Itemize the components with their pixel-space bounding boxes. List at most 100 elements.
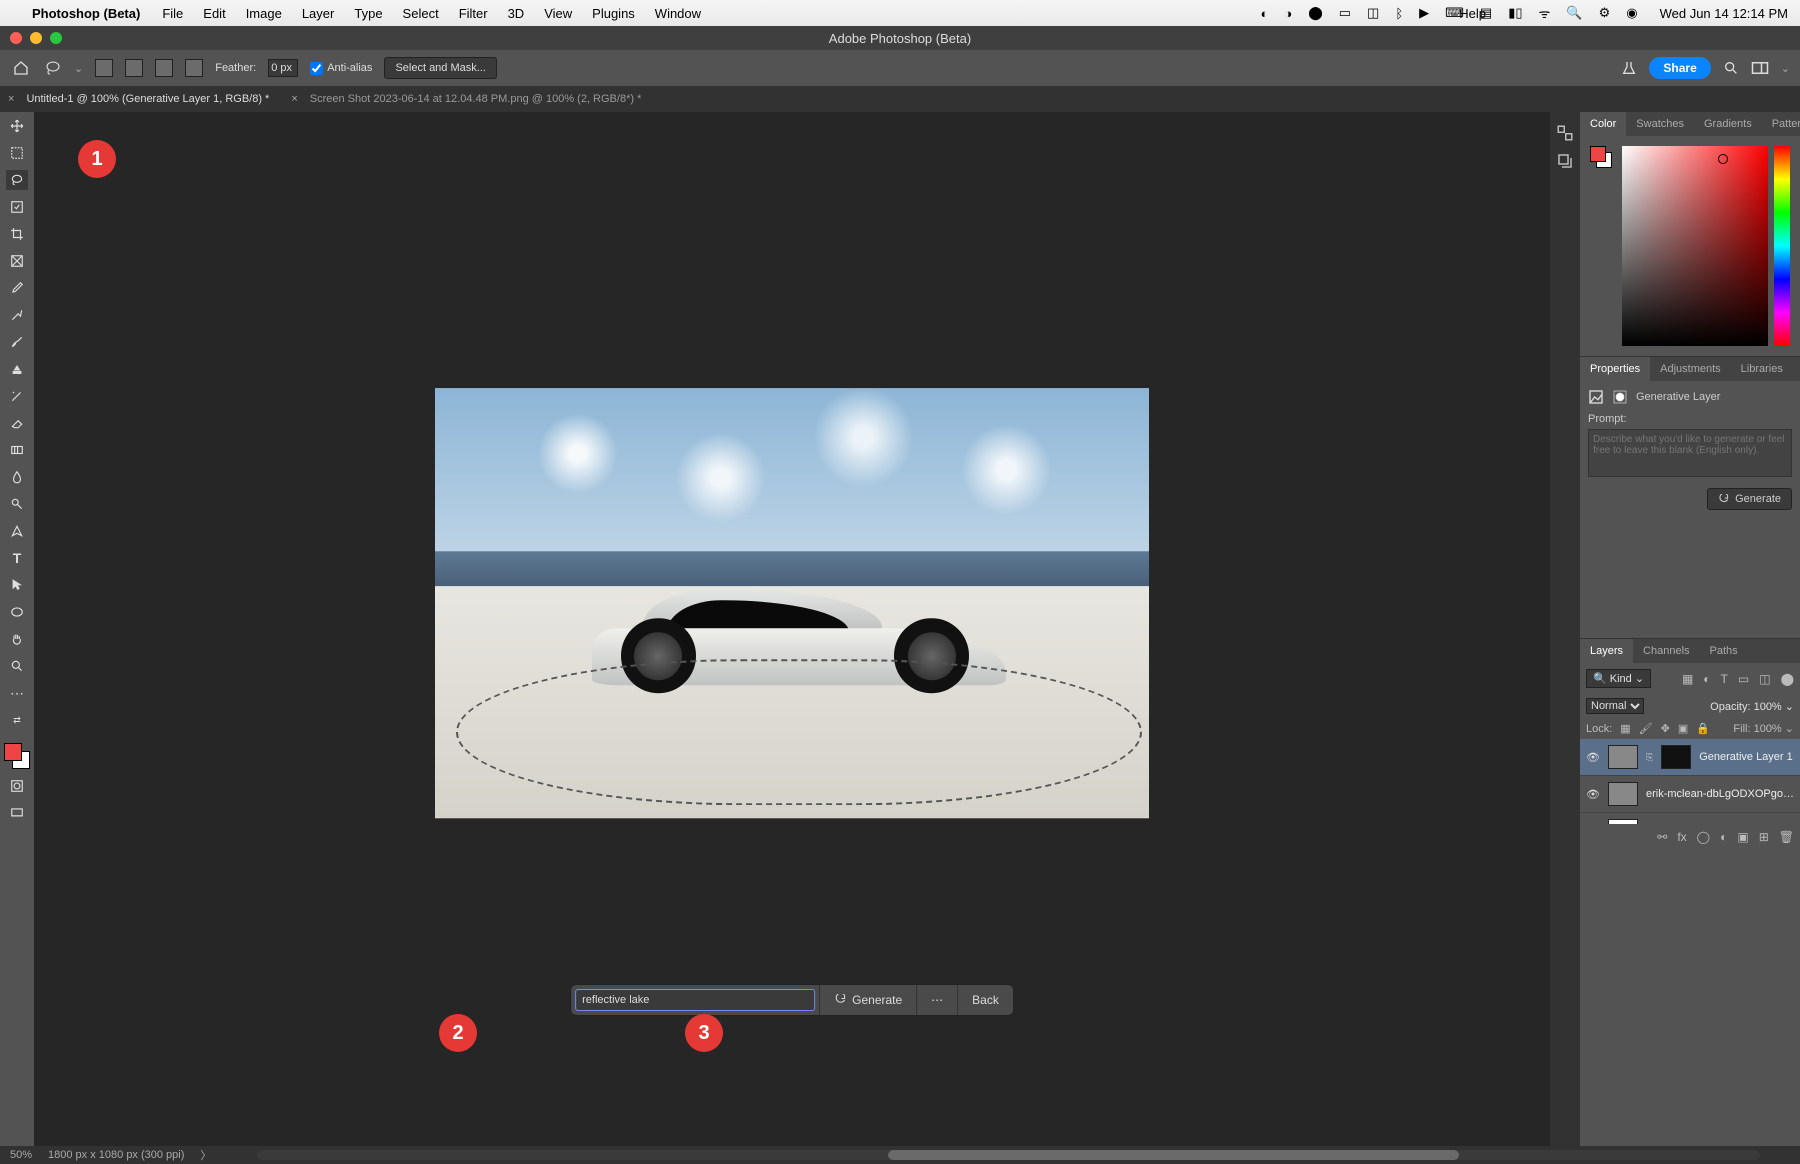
status-icon-cc[interactable]: ⬤ [1308,5,1323,21]
generative-prompt-input[interactable]: reflective lake [575,989,815,1011]
tab-adjustments[interactable]: Adjustments [1650,357,1731,381]
tab-swatches[interactable]: Swatches [1626,112,1694,136]
new-group-icon[interactable]: ▣ [1737,830,1748,844]
lock-pixels-icon[interactable]: 🖌 [1639,722,1653,735]
shape-tool[interactable] [6,602,28,622]
lasso-tool-indicator[interactable] [44,59,62,77]
adjustment-layer-icon[interactable]: ◐ [1720,830,1727,844]
delete-layer-icon[interactable]: 🗑 [1779,830,1794,844]
tab-color[interactable]: Color [1580,112,1626,136]
collapsed-panel-icon-2[interactable] [1556,152,1574,170]
menu-image[interactable]: Image [246,6,282,21]
filter-type-icon[interactable]: T [1721,672,1728,686]
add-selection-mode[interactable] [125,59,143,77]
tab2-close[interactable]: × [291,93,297,105]
layer-thumb[interactable] [1608,782,1638,806]
feather-input[interactable] [268,59,298,77]
menu-window[interactable]: Window [655,6,701,21]
brush-tool[interactable] [6,332,28,352]
healing-brush-tool[interactable] [6,305,28,325]
layer-mask-icon[interactable]: ◯ [1697,830,1710,844]
subtract-selection-mode[interactable] [155,59,173,77]
tab1-close[interactable]: × [8,93,14,105]
play-icon[interactable]: ▶ [1419,5,1429,21]
menu-edit[interactable]: Edit [203,6,225,21]
zoom-window-button[interactable] [50,32,62,44]
search-icon[interactable] [1723,60,1739,76]
layer-filter-kind[interactable]: 🔍 Kind ⌄ [1586,669,1651,688]
fill-value[interactable]: 100% [1754,723,1782,735]
siri-icon[interactable]: ◉ [1626,5,1637,21]
menu-select[interactable]: Select [403,6,439,21]
menu-file[interactable]: File [162,6,183,21]
status-icon-1[interactable]: ◐ [1260,6,1268,21]
menu-filter[interactable]: Filter [459,6,488,21]
layer-fx-icon[interactable]: fx [1677,830,1686,844]
lock-transparency-icon[interactable]: ▦ [1620,722,1630,735]
anti-alias-checkbox[interactable]: Anti-alias [310,62,372,75]
marquee-tool[interactable] [6,143,28,163]
scrollbar-thumb[interactable] [888,1150,1459,1160]
share-button[interactable]: Share [1649,57,1710,79]
lock-all-icon[interactable]: 🔒 [1696,722,1710,735]
blend-mode-select[interactable]: Normal [1586,698,1644,714]
doc-info[interactable]: 1800 px x 1080 px (300 ppi) [48,1149,184,1161]
layer-row[interactable]: 👁 erik-mclean-dbLgODXOPgo-unsplash [1580,776,1800,813]
eyedropper-tool[interactable] [6,278,28,298]
clock[interactable]: Wed Jun 14 12:14 PM [1660,6,1788,21]
move-tool[interactable] [6,116,28,136]
workspace-chevron[interactable]: ⌄ [1781,62,1790,75]
opacity-value[interactable]: 100% [1754,701,1782,713]
filter-pixel-icon[interactable]: ▦ [1682,672,1693,686]
lock-artboard-icon[interactable]: ▣ [1678,722,1688,735]
lasso-tool[interactable] [6,170,28,190]
taskbar-more-button[interactable]: ⋯ [916,985,957,1015]
menu-plugins[interactable]: Plugins [592,6,635,21]
anti-alias-check[interactable] [310,62,323,75]
layer-name[interactable]: erik-mclean-dbLgODXOPgo-unsplash [1646,788,1794,800]
filter-adjust-icon[interactable]: ◐ [1703,672,1710,686]
edit-toolbar[interactable]: ⇄ [6,710,28,730]
minimize-window-button[interactable] [30,32,42,44]
pen-tool[interactable] [6,521,28,541]
tab-libraries[interactable]: Libraries [1731,357,1793,381]
tab-patterns[interactable]: Patterns [1762,112,1800,136]
wifi-icon[interactable]: ᯤ [1539,4,1551,22]
app-name[interactable]: Photoshop (Beta) [32,6,140,21]
layer-visibility-icon[interactable]: 👁 [1586,788,1600,801]
path-select-tool[interactable] [6,575,28,595]
tab-layers[interactable]: Layers [1580,639,1633,663]
document-tab-2[interactable]: Screen Shot 2023-06-14 at 12.04.48 PM.pn… [306,93,646,105]
status-icon-2[interactable]: ◑ [1284,6,1292,21]
bluetooth-icon[interactable]: ᛒ [1395,6,1403,21]
collapsed-panel-icon-1[interactable] [1556,124,1574,142]
canvas-area[interactable]: reflective lake Generate ⋯ Back 1 2 3 [34,112,1550,1146]
object-select-tool[interactable] [6,197,28,217]
home-button[interactable] [10,57,32,79]
document-tab-1[interactable]: Untitled-1 @ 100% (Generative Layer 1, R… [22,93,273,105]
generate-button[interactable]: Generate [819,985,916,1015]
new-selection-mode[interactable] [95,59,113,77]
menu-view[interactable]: View [544,6,572,21]
tool-preset-chevron[interactable]: ⌄ [74,62,83,75]
color-field[interactable] [1622,146,1768,346]
zoom-tool[interactable] [6,656,28,676]
new-layer-icon[interactable]: ⊞ [1759,830,1769,844]
quick-mask-mode[interactable] [6,776,28,796]
crop-tool[interactable] [6,224,28,244]
color-swatches[interactable] [4,743,30,769]
tab-gradients[interactable]: Gradients [1694,112,1762,136]
document-canvas[interactable] [435,388,1149,818]
tab-properties[interactable]: Properties [1580,357,1650,381]
foreground-color[interactable] [4,743,22,761]
properties-generate-button[interactable]: Generate [1707,488,1792,510]
horizontal-scrollbar[interactable] [257,1150,1760,1160]
hue-strip[interactable] [1774,146,1790,346]
beaker-icon[interactable] [1621,60,1637,76]
doc-info-chevron[interactable]: 〉 [200,1147,211,1163]
intersect-selection-mode[interactable] [185,59,203,77]
layer-thumb[interactable] [1608,745,1638,769]
taskbar-back-button[interactable]: Back [957,985,1013,1015]
menu-3d[interactable]: 3D [508,6,525,21]
spotlight-icon[interactable]: 🔍 [1566,5,1582,21]
